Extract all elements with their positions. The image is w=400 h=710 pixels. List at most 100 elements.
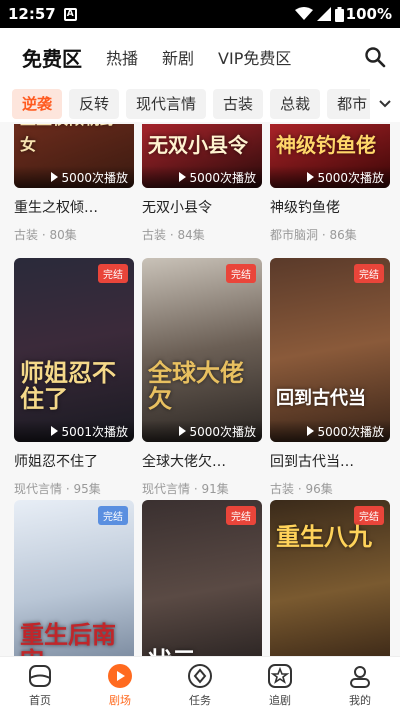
home-icon — [29, 665, 51, 687]
poster-art-title: 状元 — [148, 648, 256, 657]
tab-free-zone[interactable]: 免费区 — [22, 43, 82, 72]
poster-art-title: 重生后南宋 — [20, 620, 116, 657]
drama-card[interactable]: 神级钓鱼佬 5000次播放 神级钓鱼佬 都市脑洞 · 86集 — [270, 124, 392, 243]
notification-a-icon: A — [63, 7, 77, 21]
play-count: 5001次播放 — [14, 420, 134, 442]
drama-grid: 重生权倾朝野女 5000次播放 重生之权倾… 古装 · 80集 无双小县令 50… — [0, 124, 400, 656]
tab-vip-free[interactable]: VIP免费区 — [218, 45, 291, 69]
drama-card[interactable]: 完结 重生八九 — [270, 500, 392, 656]
drama-poster[interactable]: 完结 状元 — [142, 500, 262, 656]
play-count-text: 5000次播放 — [61, 170, 128, 185]
play-count-text: 5000次播放 — [189, 170, 256, 185]
tab-label: 首页 — [29, 694, 51, 707]
bottom-tab-bar: 首页 剧场 任务 追剧 我的 — [0, 656, 400, 710]
chip-fanzhuan[interactable]: 反转 — [69, 89, 120, 119]
wifi-icon — [294, 7, 313, 20]
drama-poster[interactable]: 无双小县令 5000次播放 — [142, 124, 262, 188]
status-badge: 完结 — [354, 264, 384, 283]
tab-new[interactable]: 新剧 — [162, 45, 194, 69]
poster-art-title: 全球大佬欠 — [148, 358, 244, 413]
drama-meta: 现代言情 · 95集 — [14, 482, 101, 496]
play-count: 5000次播放 — [142, 166, 262, 188]
search-icon[interactable] — [364, 46, 386, 68]
poster-art-title: 神级钓鱼佬 — [276, 133, 376, 157]
screen: 12:57 A 100% 免费区 热播 新剧 VIP免费区 逆袭 反转 现代言情… — [0, 0, 400, 710]
drama-card[interactable]: 完结 回到古代当 5000次播放 回到古代当… 古装 · 96集 — [270, 258, 392, 497]
chip-ceo[interactable]: 总裁 — [270, 89, 321, 119]
drama-title[interactable]: 重生之权倾… — [14, 197, 136, 217]
tab-label: 剧场 — [109, 694, 131, 707]
drama-card[interactable]: 无双小县令 5000次播放 无双小县令 古装 · 84集 — [142, 124, 264, 243]
tab-label: 我的 — [349, 694, 371, 707]
drama-poster[interactable]: 完结 重生后南宋 — [14, 500, 134, 656]
play-icon — [179, 172, 187, 182]
status-bar: 12:57 A 100% — [0, 0, 400, 28]
poster-art-title: 回到古代当 — [276, 388, 366, 409]
poster-art-title: 无双小县令 — [148, 133, 248, 157]
drama-poster[interactable]: 神级钓鱼佬 5000次播放 — [270, 124, 390, 188]
battery-icon — [334, 6, 344, 22]
drama-card[interactable]: 完结 师姐忍不住了 5001次播放 师姐忍不住了 现代言情 · 95集 — [14, 258, 136, 497]
drama-card[interactable]: 完结 全球大佬欠 5000次播放 全球大佬欠… 现代言情 · 91集 — [142, 258, 264, 497]
drama-title[interactable]: 师姐忍不住了 — [14, 451, 136, 471]
drama-card[interactable]: 重生权倾朝野女 5000次播放 重生之权倾… 古装 · 80集 — [14, 124, 136, 243]
drama-poster[interactable]: 完结 全球大佬欠 5000次播放 — [142, 258, 262, 442]
play-count: 5000次播放 — [270, 166, 390, 188]
signal-icon — [316, 7, 331, 21]
status-time: 12:57 — [8, 5, 56, 23]
poster-art-title: 师姐忍不住了 — [20, 358, 116, 413]
chip-nixi[interactable]: 逆袭 — [12, 89, 63, 119]
drama-card[interactable]: 完结 状元 — [142, 500, 264, 656]
tab-theater[interactable]: 剧场 — [80, 657, 160, 710]
play-icon — [307, 426, 315, 436]
task-icon — [188, 664, 212, 688]
play-count: 5000次播放 — [14, 166, 134, 188]
play-icon — [307, 172, 315, 182]
chip-costume[interactable]: 古装 — [213, 89, 264, 119]
drama-meta: 古装 · 84集 — [142, 228, 205, 242]
play-count: 5000次播放 — [270, 420, 390, 442]
tab-follow[interactable]: 追剧 — [240, 657, 320, 710]
drama-poster[interactable]: 完结 师姐忍不住了 5001次播放 — [14, 258, 134, 442]
tab-label: 任务 — [189, 694, 211, 707]
play-count-text: 5000次播放 — [317, 170, 384, 185]
drama-meta: 都市脑洞 · 86集 — [270, 228, 357, 242]
star-icon — [268, 664, 292, 688]
tab-task[interactable]: 任务 — [160, 657, 240, 710]
profile-icon — [350, 666, 370, 688]
tab-hot[interactable]: 热播 — [106, 45, 138, 69]
chip-modern-romance[interactable]: 现代言情 — [126, 89, 207, 119]
drama-title[interactable]: 全球大佬欠… — [142, 451, 264, 471]
status-badge: 完结 — [226, 506, 256, 525]
drama-title[interactable]: 回到古代当… — [270, 451, 392, 471]
play-count-text: 5000次播放 — [189, 424, 256, 439]
theater-icon — [108, 664, 132, 688]
drama-meta: 古装 · 80集 — [14, 228, 77, 242]
play-count-text: 5001次播放 — [61, 424, 128, 439]
play-count: 5000次播放 — [142, 420, 262, 442]
tab-mine[interactable]: 我的 — [320, 657, 400, 710]
drama-meta: 现代言情 · 91集 — [142, 482, 229, 496]
play-icon — [51, 172, 59, 182]
tab-label: 追剧 — [269, 694, 291, 707]
drama-card[interactable]: 完结 重生后南宋 — [14, 500, 136, 656]
chevron-down-icon[interactable] — [370, 86, 400, 122]
status-badge: 完结 — [98, 506, 128, 525]
status-badge: 完结 — [98, 264, 128, 283]
top-tabs: 免费区 热播 新剧 VIP免费区 — [0, 28, 400, 86]
play-icon — [179, 426, 187, 436]
drama-poster[interactable]: 重生权倾朝野女 5000次播放 — [14, 124, 134, 188]
status-badge: 完结 — [226, 264, 256, 283]
poster-art-title: 重生八九 — [276, 522, 372, 551]
drama-poster[interactable]: 完结 重生八九 — [270, 500, 390, 656]
tab-home[interactable]: 首页 — [0, 657, 80, 710]
play-icon — [51, 426, 59, 436]
play-count-text: 5000次播放 — [317, 424, 384, 439]
drama-poster[interactable]: 完结 回到古代当 5000次播放 — [270, 258, 390, 442]
drama-meta: 古装 · 96集 — [270, 482, 333, 496]
category-chips: 逆袭 反转 现代言情 古装 总裁 都市 — [0, 86, 400, 122]
battery-percent: 100% — [345, 5, 392, 23]
poster-art-title: 重生权倾朝野女 — [20, 124, 116, 154]
drama-title[interactable]: 无双小县令 — [142, 197, 264, 217]
drama-title[interactable]: 神级钓鱼佬 — [270, 197, 392, 217]
